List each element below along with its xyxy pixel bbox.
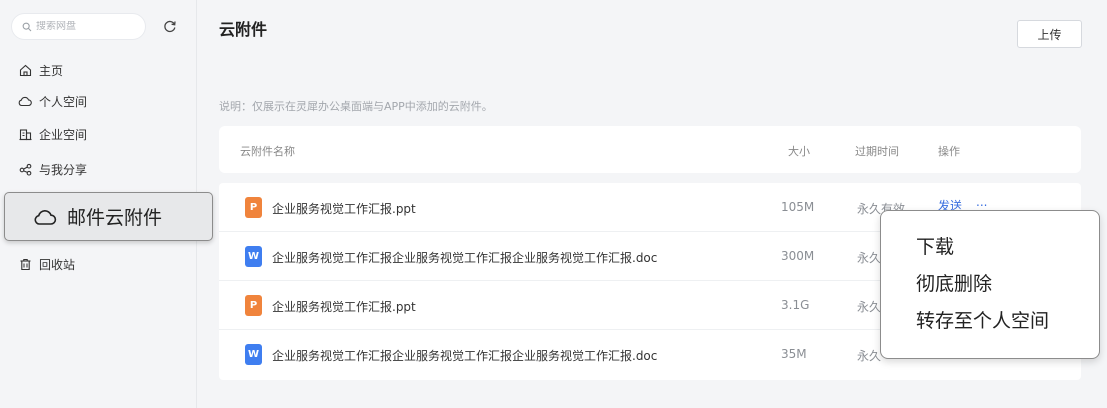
- table-header: 云附件名称 大小 过期时间 操作: [219, 126, 1081, 173]
- ppt-file-icon: P: [245, 295, 262, 316]
- file-expire: 永久: [857, 300, 882, 314]
- sidebar-item-label: 回收站: [39, 257, 76, 272]
- refresh-icon: [164, 20, 176, 33]
- notice-text: 说明：仅展示在灵犀办公桌面端与APP中添加的云附件。: [219, 100, 493, 113]
- sidebar-item-enterprise-space[interactable]: 企业空间: [18, 124, 87, 144]
- file-size: 3.1G: [781, 298, 810, 312]
- menu-item-download[interactable]: 下载: [881, 234, 1099, 271]
- search-icon: [22, 22, 32, 31]
- context-menu: 下载 彻底删除 转存至个人空间: [880, 210, 1100, 359]
- sidebar-item-mail-cloud-attachment[interactable]: 邮件云附件: [4, 192, 213, 241]
- sidebar-item-label: 企业空间: [39, 127, 88, 142]
- sidebar-item-label: 邮件云附件: [67, 207, 163, 229]
- sidebar-item-recycle-bin[interactable]: 回收站: [18, 254, 75, 274]
- ppt-file-icon: P: [245, 197, 262, 218]
- file-expire: 永久: [857, 349, 882, 363]
- sidebar-item-shared-with-me[interactable]: 与我分享: [18, 159, 87, 179]
- cloud-icon: [18, 94, 32, 108]
- file-name[interactable]: 企业服务视觉工作汇报企业服务视觉工作汇报企业服务视觉工作汇报.doc: [272, 347, 657, 364]
- sidebar-item-label: 主页: [39, 63, 64, 78]
- sidebar-item-home[interactable]: 主页: [18, 60, 63, 80]
- column-header-name[interactable]: 云附件名称: [240, 143, 295, 159]
- file-name[interactable]: 企业服务视觉工作汇报.ppt: [272, 298, 416, 315]
- trash-icon: [18, 257, 32, 271]
- page-title: 云附件: [219, 20, 268, 39]
- word-file-icon: W: [245, 246, 262, 267]
- column-header-expire[interactable]: 过期时间: [855, 143, 899, 159]
- share-icon: [18, 162, 32, 176]
- sidebar-item-label: 个人空间: [39, 94, 88, 109]
- search-input[interactable]: [36, 21, 136, 32]
- sidebar-item-personal-space[interactable]: 个人空间: [18, 91, 87, 111]
- upload-button[interactable]: 上传: [1017, 20, 1082, 48]
- search-box[interactable]: [11, 13, 146, 40]
- refresh-button[interactable]: [162, 18, 178, 34]
- file-expire: 永久: [857, 251, 882, 265]
- file-size: 300M: [781, 249, 815, 263]
- column-header-actions: 操作: [938, 145, 960, 158]
- column-header-size[interactable]: 大小: [788, 143, 810, 159]
- file-name[interactable]: 企业服务视觉工作汇报.ppt: [272, 200, 416, 217]
- menu-item-delete-permanently[interactable]: 彻底删除: [881, 271, 1099, 308]
- more-icon[interactable]: ...: [976, 195, 987, 209]
- file-size: 105M: [781, 200, 815, 214]
- menu-item-save-to-personal-space[interactable]: 转存至个人空间: [881, 308, 1099, 345]
- file-size: 35M: [781, 347, 807, 361]
- file-name[interactable]: 企业服务视觉工作汇报企业服务视觉工作汇报企业服务视觉工作汇报.doc: [272, 249, 657, 266]
- word-file-icon: W: [245, 344, 262, 365]
- cloud-icon: [33, 207, 57, 227]
- building-icon: [18, 127, 32, 141]
- home-icon: [18, 63, 32, 77]
- sidebar-item-label: 与我分享: [39, 162, 88, 177]
